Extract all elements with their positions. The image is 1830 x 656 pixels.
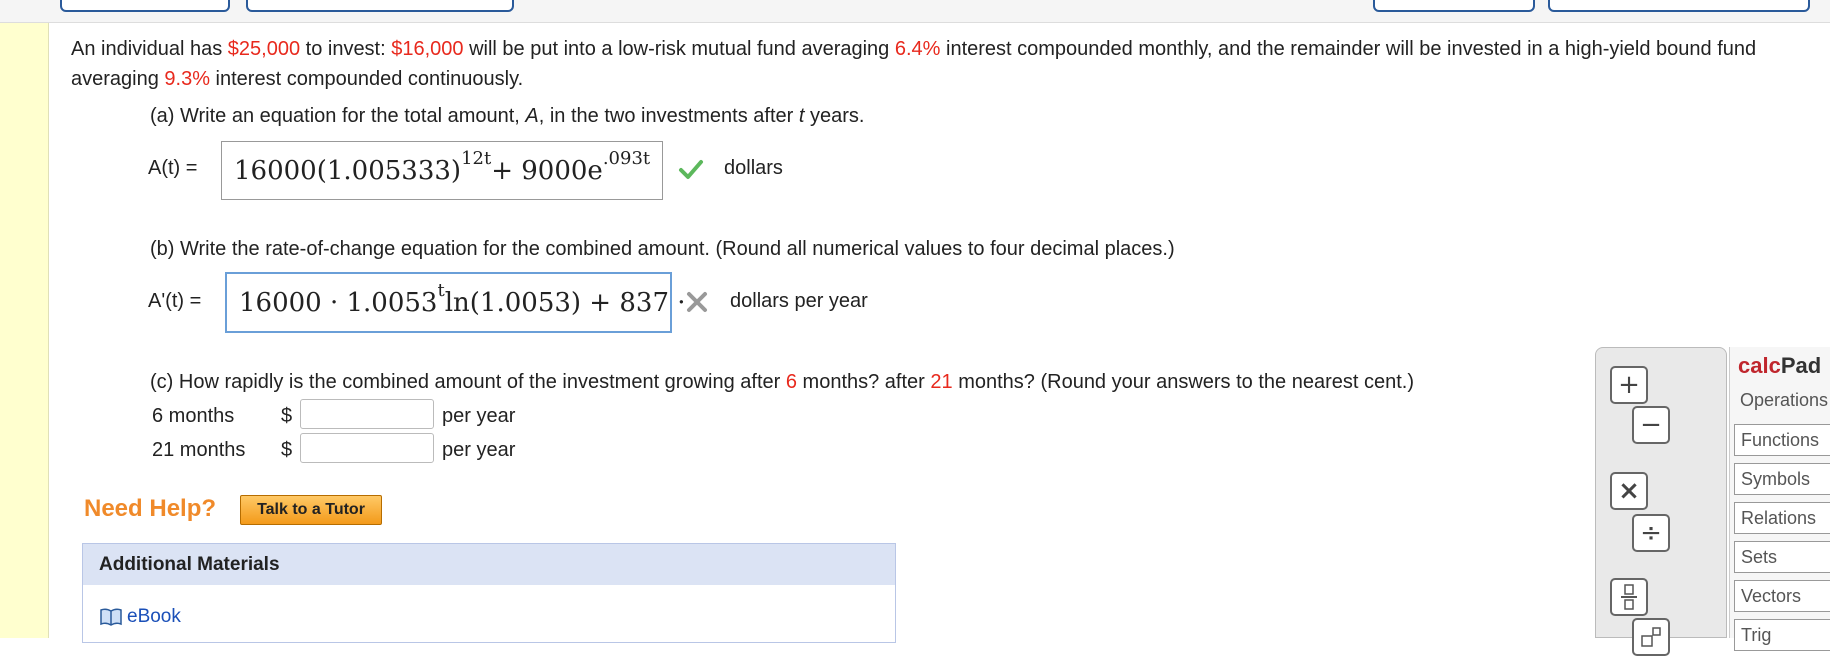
- part-b-label: A'(t) =: [148, 290, 202, 312]
- answer-exponent: .093t: [602, 148, 651, 169]
- part-b-prompt: (b) Write the rate-of-change equation fo…: [150, 238, 1175, 260]
- currency-symbol: $: [281, 405, 293, 427]
- toolbar-button-1[interactable]: [60, 0, 230, 12]
- top-toolbar: [0, 0, 1830, 23]
- problem-statement: An individual has $25,000 to invest: $16…: [71, 34, 1811, 94]
- answer-text: ln(1.0053) + 837 ·: [444, 287, 686, 318]
- calcpad-title-dark: Pad: [1780, 353, 1822, 378]
- toolbar-button-2[interactable]: [246, 0, 514, 12]
- plus-button[interactable]: +: [1610, 366, 1648, 404]
- times-button[interactable]: ×: [1610, 472, 1648, 510]
- continuous-rate: 9.3%: [164, 68, 210, 90]
- calcpad-menu: calcPad Operations Functions Symbols Rel…: [1729, 347, 1830, 651]
- fraction-button[interactable]: [1610, 578, 1648, 616]
- problem-text: interest compounded continuously.: [210, 68, 524, 90]
- minus-button[interactable]: −: [1632, 406, 1670, 444]
- prompt-text: months? after: [796, 371, 931, 393]
- calcpad-title: calcPad: [1738, 353, 1821, 379]
- unit-per-year: per year: [442, 439, 516, 461]
- answer-21-months-input[interactable]: [300, 433, 434, 463]
- incorrect-x-icon: [687, 292, 707, 312]
- question-sidebar: [0, 23, 49, 638]
- answer-text: 16000(1.005333): [234, 155, 462, 186]
- problem-text: An individual has: [71, 38, 228, 60]
- toolbar-button-4[interactable]: [1548, 0, 1810, 12]
- additional-materials-title: Additional Materials: [83, 544, 895, 585]
- answer-text: + 9000e: [491, 155, 603, 186]
- prompt-text: (c) How rapidly is the combined amount o…: [150, 371, 786, 393]
- fund-amount: $16,000: [391, 38, 464, 60]
- tab-sets[interactable]: Sets: [1734, 541, 1830, 573]
- tab-trig[interactable]: Trig: [1734, 619, 1830, 651]
- tab-operations[interactable]: Operations: [1734, 385, 1830, 417]
- talk-to-tutor-button[interactable]: Talk to a Tutor: [240, 495, 382, 525]
- exponent-icon: [1641, 627, 1661, 647]
- need-help-label: Need Help?: [84, 495, 217, 522]
- total-amount: $25,000: [227, 38, 301, 60]
- tab-vectors[interactable]: Vectors: [1734, 580, 1830, 612]
- answer-6-months-input[interactable]: [300, 399, 434, 429]
- checkmark-icon: [679, 160, 703, 179]
- monthly-rate: 6.4%: [894, 38, 941, 60]
- exponent-button[interactable]: [1632, 618, 1670, 656]
- additional-materials-panel: Additional Materials eBook: [82, 543, 896, 643]
- part-a-label: A(t) =: [148, 157, 198, 179]
- unit-per-year: per year: [442, 405, 516, 427]
- row-label-21-months: 21 months: [152, 439, 246, 461]
- problem-text: to invest:: [300, 38, 392, 60]
- tab-relations[interactable]: Relations: [1734, 502, 1830, 534]
- prompt-text: months? (Round your answers to the neare…: [952, 371, 1414, 393]
- problem-text: will be put into a low-risk mutual fund …: [463, 38, 895, 60]
- divide-button[interactable]: ÷: [1632, 514, 1670, 552]
- row-label-6-months: 6 months: [152, 405, 235, 427]
- prompt-text: (a) Write an equation for the total amou…: [150, 105, 526, 127]
- calcpad-title-red: calc: [1738, 353, 1781, 378]
- tab-symbols[interactable]: Symbols: [1734, 463, 1830, 495]
- calcpad-panel: + − × ÷ calcPad Operations Functions Sym…: [1595, 347, 1830, 656]
- part-a-answer-input[interactable]: 16000(1.005333) 12t + 9000e .093t: [221, 141, 663, 200]
- prompt-text: years.: [804, 105, 865, 127]
- ebook-link-text: eBook: [127, 606, 181, 627]
- book-icon: [100, 608, 122, 626]
- months-value-1: 6: [785, 371, 797, 393]
- months-value-2: 21: [930, 371, 953, 393]
- part-b-answer-input[interactable]: 16000 · 1.0053 t ln(1.0053) + 837 ·: [225, 272, 686, 333]
- variable-a: A: [525, 105, 539, 127]
- ebook-link[interactable]: eBook: [99, 606, 181, 628]
- answer-text: 16000 · 1.0053: [239, 287, 438, 318]
- answer-exponent: 12t: [461, 148, 492, 169]
- part-a-prompt: (a) Write an equation for the total amou…: [150, 105, 864, 128]
- part-b-unit: dollars per year: [730, 290, 868, 312]
- prompt-text: , in the two investments after: [538, 105, 799, 127]
- calcpad-keypad: + − × ÷: [1595, 347, 1727, 656]
- part-c-prompt: (c) How rapidly is the combined amount o…: [150, 371, 1590, 394]
- currency-symbol: $: [281, 439, 293, 461]
- tab-functions[interactable]: Functions: [1734, 424, 1830, 456]
- fraction-icon: [1621, 584, 1637, 610]
- toolbar-button-3[interactable]: [1373, 0, 1535, 12]
- answer-exponent: t: [437, 280, 445, 301]
- part-a-unit: dollars: [724, 157, 783, 179]
